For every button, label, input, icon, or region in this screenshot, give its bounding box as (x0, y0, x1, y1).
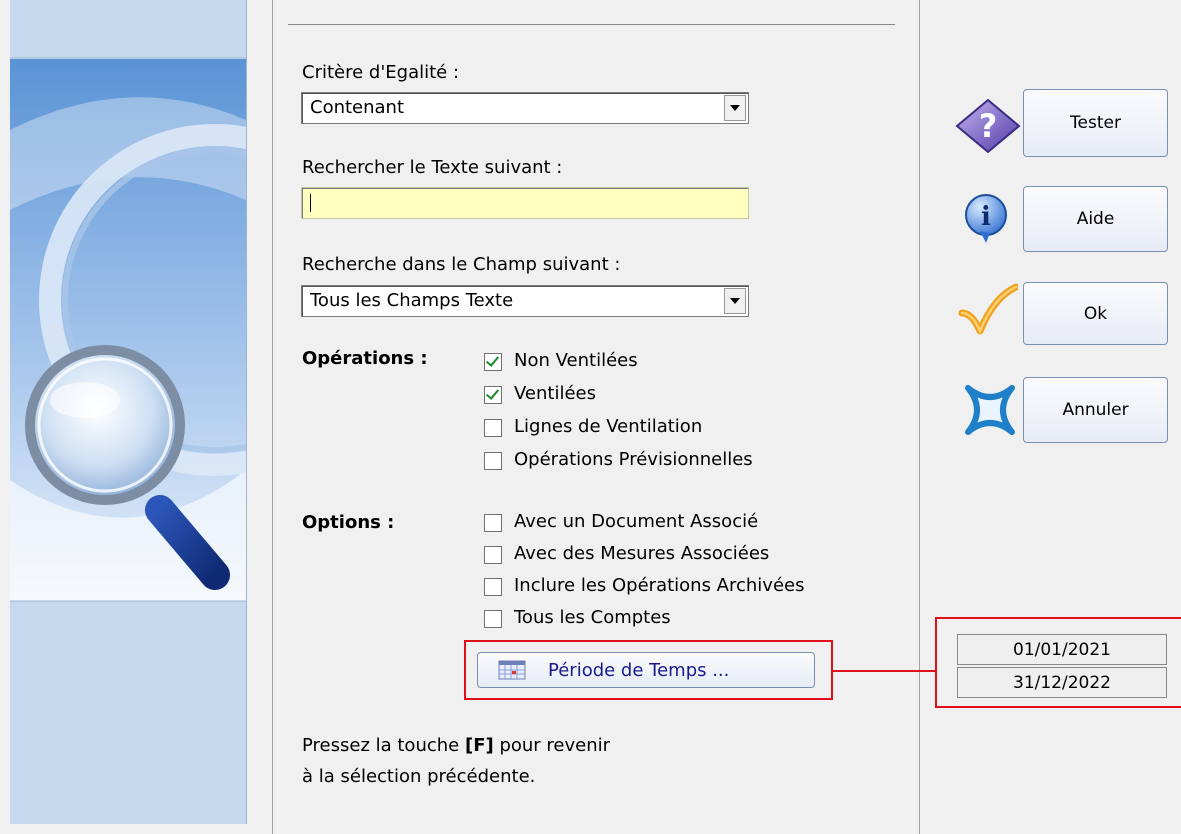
close-icon (965, 385, 1015, 435)
checkbox-non-ventilees[interactable] (484, 353, 502, 371)
checkbox-mesures-associees[interactable] (484, 546, 502, 564)
magnifier-illustration (10, 0, 246, 824)
search-field-label: Recherche dans le Champ suivant : (302, 254, 621, 275)
checkbox-lignes-ventilation[interactable] (484, 419, 502, 437)
checkbox-ventilees-label[interactable]: Ventilées (514, 383, 596, 404)
search-field-select[interactable]: Tous les Champs Texte (301, 285, 749, 317)
equality-criterion-label: Critère d'Egalité : (302, 62, 460, 83)
checkbox-operations-previsionnelles[interactable] (484, 452, 502, 470)
start-date-field[interactable]: 01/01/2021 (957, 634, 1167, 665)
hint-line-1: Pressez la touche [F] pour revenir (302, 735, 610, 756)
cancel-button[interactable]: Annuler (1023, 377, 1168, 443)
checkbox-tous-comptes-label[interactable]: Tous les Comptes (514, 607, 671, 628)
period-button[interactable]: Période de Temps ... (477, 652, 815, 688)
end-date-field[interactable]: 31/12/2022 (957, 667, 1167, 698)
hint-line-2: à la sélection précédente. (302, 766, 536, 787)
chevron-down-icon[interactable] (724, 288, 746, 314)
hint-key: [F] (464, 735, 494, 756)
help-button[interactable]: Aide (1023, 186, 1168, 252)
checkbox-lignes-ventilation-label[interactable]: Lignes de Ventilation (514, 416, 702, 437)
checkbox-non-ventilees-label[interactable]: Non Ventilées (514, 350, 638, 371)
period-button-label: Période de Temps ... (548, 659, 730, 681)
divider (288, 24, 895, 25)
operations-label: Opérations : (302, 348, 428, 369)
svg-text:?: ? (979, 107, 998, 145)
search-field-value: Tous les Champs Texte (310, 290, 514, 311)
ok-button[interactable]: Ok (1023, 282, 1168, 345)
search-text-label: Rechercher le Texte suivant : (302, 157, 563, 178)
hint-suffix: pour revenir (499, 735, 611, 756)
chevron-down-icon[interactable] (724, 95, 746, 121)
hint-prefix: Pressez la touche (302, 735, 460, 756)
checkmark-icon (958, 283, 1018, 335)
connector-line (833, 670, 936, 672)
checkbox-document-associe-label[interactable]: Avec un Document Associé (514, 511, 758, 532)
text-cursor (310, 194, 311, 212)
checkbox-document-associe[interactable] (484, 514, 502, 532)
checkbox-tous-comptes[interactable] (484, 610, 502, 628)
decorative-side-panel (10, 0, 247, 824)
checkbox-mesures-associees-label[interactable]: Avec des Mesures Associées (514, 543, 769, 564)
test-button[interactable]: Tester (1023, 89, 1168, 157)
svg-text:i: i (981, 202, 991, 232)
options-label: Options : (302, 512, 395, 533)
equality-criterion-select[interactable]: Contenant (301, 92, 749, 124)
checkbox-operations-archivees-label[interactable]: Inclure les Opérations Archivées (514, 575, 804, 596)
equality-criterion-value: Contenant (310, 97, 405, 118)
checkbox-operations-archivees[interactable] (484, 578, 502, 596)
search-text-input[interactable] (301, 187, 749, 219)
checkbox-ventilees[interactable] (484, 386, 502, 404)
info-icon: i (965, 194, 1007, 243)
checkbox-operations-previsionnelles-label[interactable]: Opérations Prévisionnelles (514, 449, 753, 470)
question-icon: ? (955, 98, 1021, 154)
calendar-icon (498, 660, 526, 680)
